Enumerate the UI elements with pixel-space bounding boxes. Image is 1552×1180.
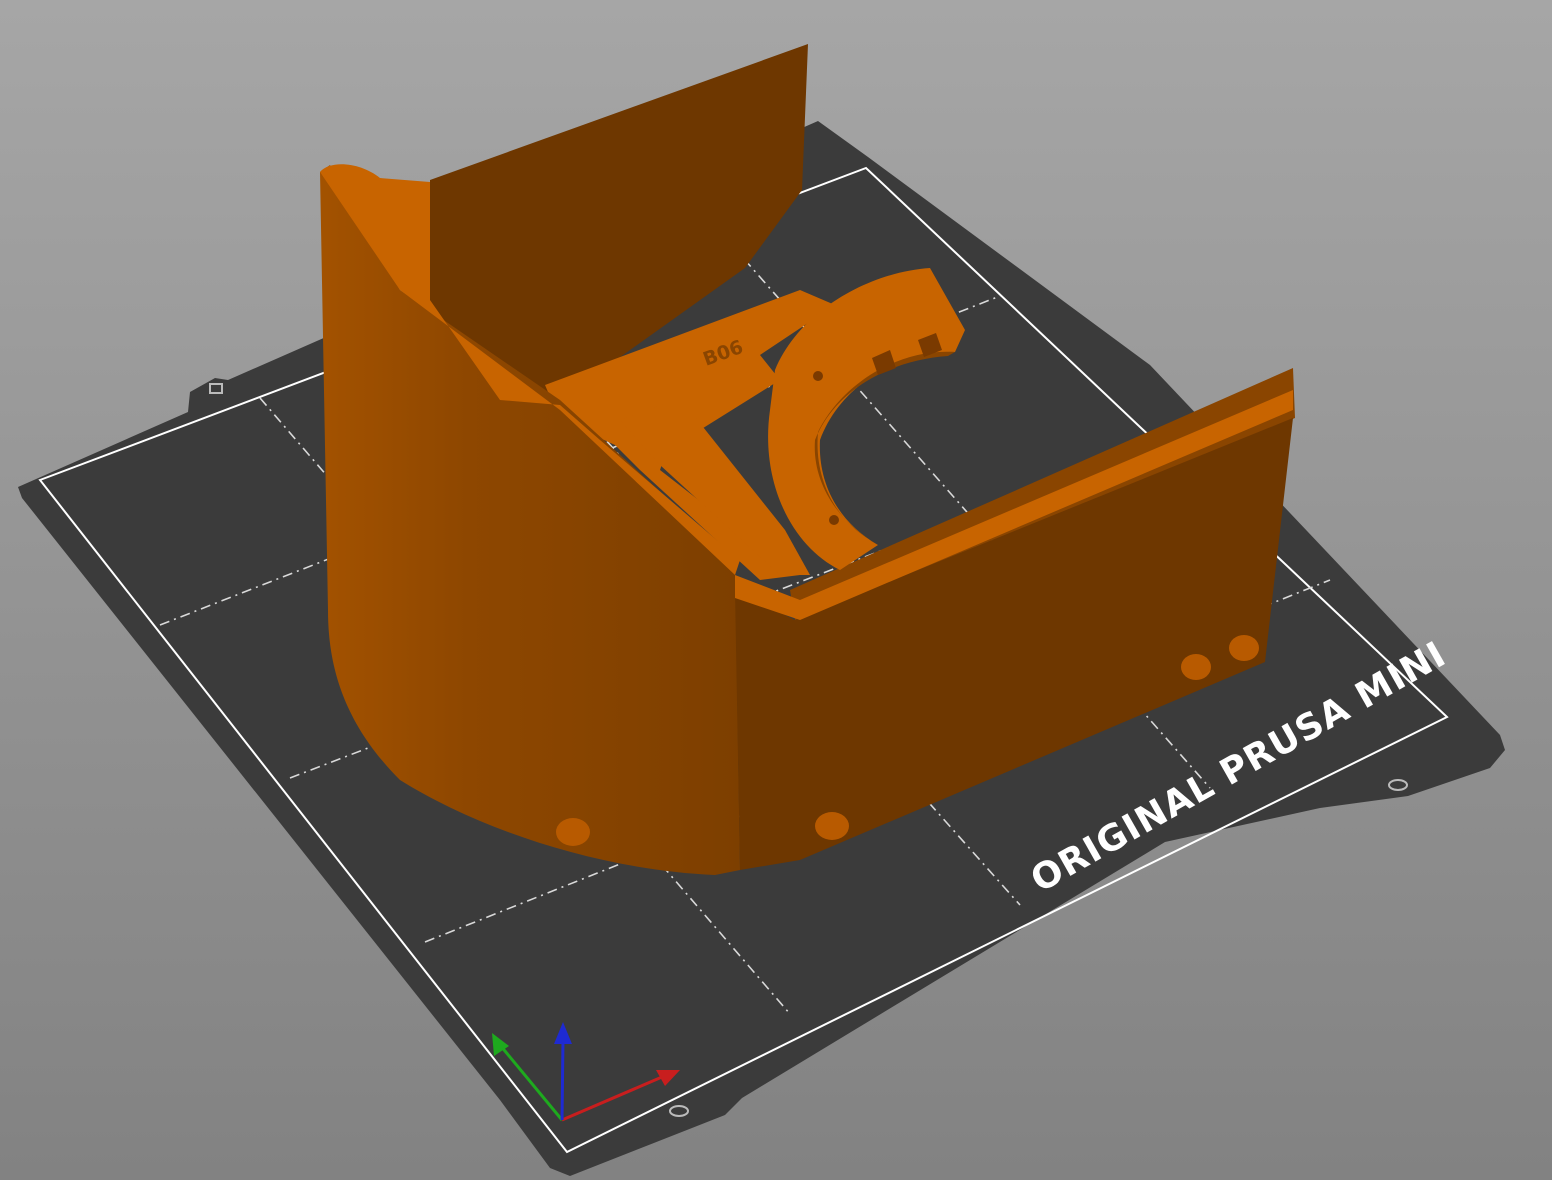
model-mount-hole [1229, 635, 1259, 661]
model-ring-hole [813, 371, 823, 381]
model-ring-hole [829, 515, 839, 525]
model-mount-hole [556, 818, 590, 846]
model-mount-hole [1181, 654, 1211, 680]
3d-viewport[interactable]: ORIGINAL PRUSA MINI B06 [0, 0, 1552, 1180]
3d-scene[interactable]: ORIGINAL PRUSA MINI B06 [0, 0, 1552, 1180]
model-mount-hole [815, 812, 849, 840]
z-axis-arrow [560, 1039, 565, 1121]
